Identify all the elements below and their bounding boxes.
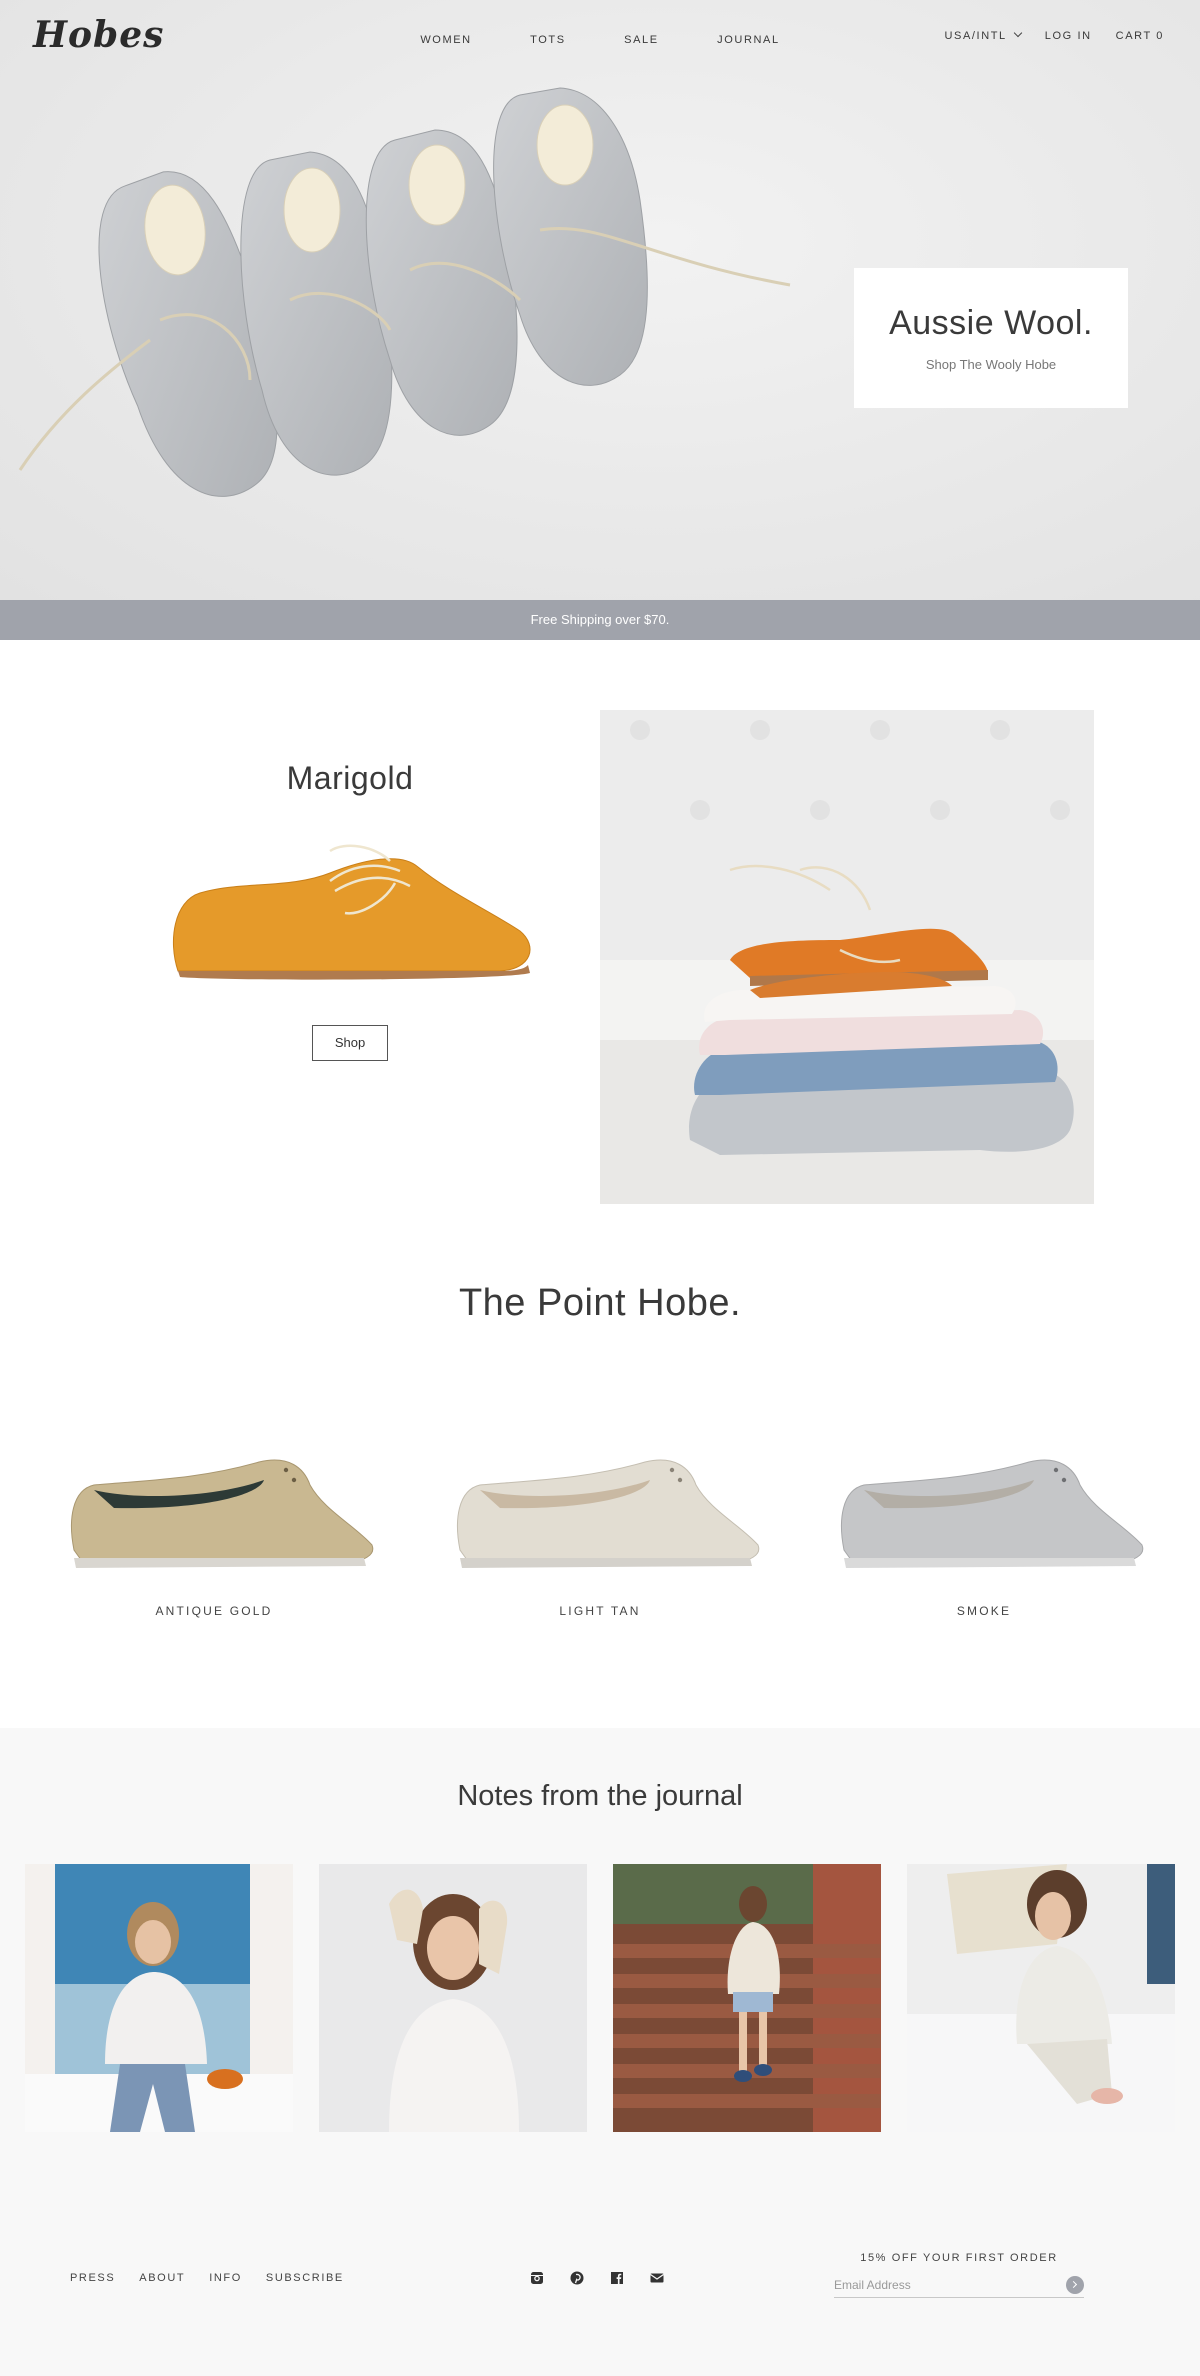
chevron-down-icon (1013, 28, 1023, 38)
footer-link-press[interactable]: PRESS (70, 2272, 115, 2284)
nav-journal[interactable]: JOURNAL (717, 34, 780, 46)
stacked-clothes-image (600, 710, 1094, 1204)
feature-lifestyle-photo (600, 710, 1094, 1204)
shop-button[interactable]: Shop (312, 1025, 388, 1061)
product-label: SMOKE (956, 1604, 1012, 1618)
hero-banner: Hobes WOMEN TOTS SALE JOURNAL USA/INTL L… (0, 0, 1200, 600)
journal-image-woman-on-bed (907, 1864, 1175, 2132)
nav-women[interactable]: WOMEN (420, 34, 471, 46)
hero-callout-card: Aussie Wool. Shop The Wooly Hobe (854, 268, 1128, 408)
product-smoke[interactable]: SMOKE (814, 1440, 1154, 1618)
journal-post-2[interactable] (319, 1864, 587, 2132)
footer-link-info[interactable]: INFO (209, 2272, 242, 2284)
newsletter-signup: 15% OFF YOUR FIRST ORDER (834, 2252, 1084, 2298)
account-nav: USA/INTL LOG IN CART 0 (944, 28, 1164, 42)
region-label: USA/INTL (944, 30, 1007, 42)
product-antique-gold[interactable]: ANTIQUE GOLD (44, 1440, 384, 1618)
journal-post-4[interactable] (907, 1864, 1175, 2132)
feature-title: Marigold (286, 760, 414, 796)
pinterest-icon[interactable] (568, 2269, 586, 2287)
journal-title: Notes from the journal (457, 1780, 743, 1812)
login-link[interactable]: LOG IN (1045, 30, 1092, 42)
social-links (528, 2269, 666, 2287)
email-row (834, 2274, 1084, 2298)
hero-shop-link[interactable]: Shop The Wooly Hobe (926, 357, 1056, 372)
top-navigation: Hobes WOMEN TOTS SALE JOURNAL USA/INTL L… (0, 0, 1200, 76)
marigold-shoe-image[interactable] (160, 831, 540, 981)
instagram-icon[interactable] (528, 2269, 546, 2287)
product-light-tan[interactable]: LIGHT TAN (430, 1440, 770, 1618)
feature-marigold: Marigold Shop (110, 760, 590, 1061)
facebook-icon[interactable] (608, 2269, 626, 2287)
hero-image-wool-shoes (18, 87, 791, 497)
product-label: LIGHT TAN (559, 1604, 641, 1618)
journal-post-3[interactable] (613, 1864, 881, 2132)
smoke-shoe-image (841, 1459, 1144, 1568)
journal-image-seated-woman (25, 1864, 293, 2132)
journal-image-stairs (613, 1864, 881, 2132)
nav-sale[interactable]: SALE (624, 34, 659, 46)
email-icon[interactable] (648, 2269, 666, 2287)
submit-arrow-button[interactable] (1066, 2276, 1084, 2294)
antique-gold-shoe-image (71, 1459, 374, 1568)
footer-link-about[interactable]: ABOUT (139, 2272, 185, 2284)
newsletter-promo: 15% OFF YOUR FIRST ORDER (860, 2252, 1058, 2264)
hero-heading: Aussie Wool. (889, 304, 1093, 342)
region-selector[interactable]: USA/INTL (944, 28, 1023, 42)
light-tan-shoe-image (457, 1459, 760, 1568)
point-hobe-title: The Point Hobe. (458, 1282, 742, 1324)
footer-nav: PRESS ABOUT INFO SUBSCRIBE (70, 2272, 344, 2284)
cart-link[interactable]: CART 0 (1116, 30, 1164, 42)
footer-link-subscribe[interactable]: SUBSCRIBE (266, 2272, 344, 2284)
journal-post-1[interactable] (25, 1864, 293, 2132)
product-label: ANTIQUE GOLD (155, 1604, 273, 1618)
journal-image-woman-holding-shoes (319, 1864, 587, 2132)
free-shipping-bar: Free Shipping over $70. (0, 600, 1200, 640)
nav-tots[interactable]: TOTS (530, 34, 566, 46)
email-field[interactable] (834, 2274, 1054, 2296)
